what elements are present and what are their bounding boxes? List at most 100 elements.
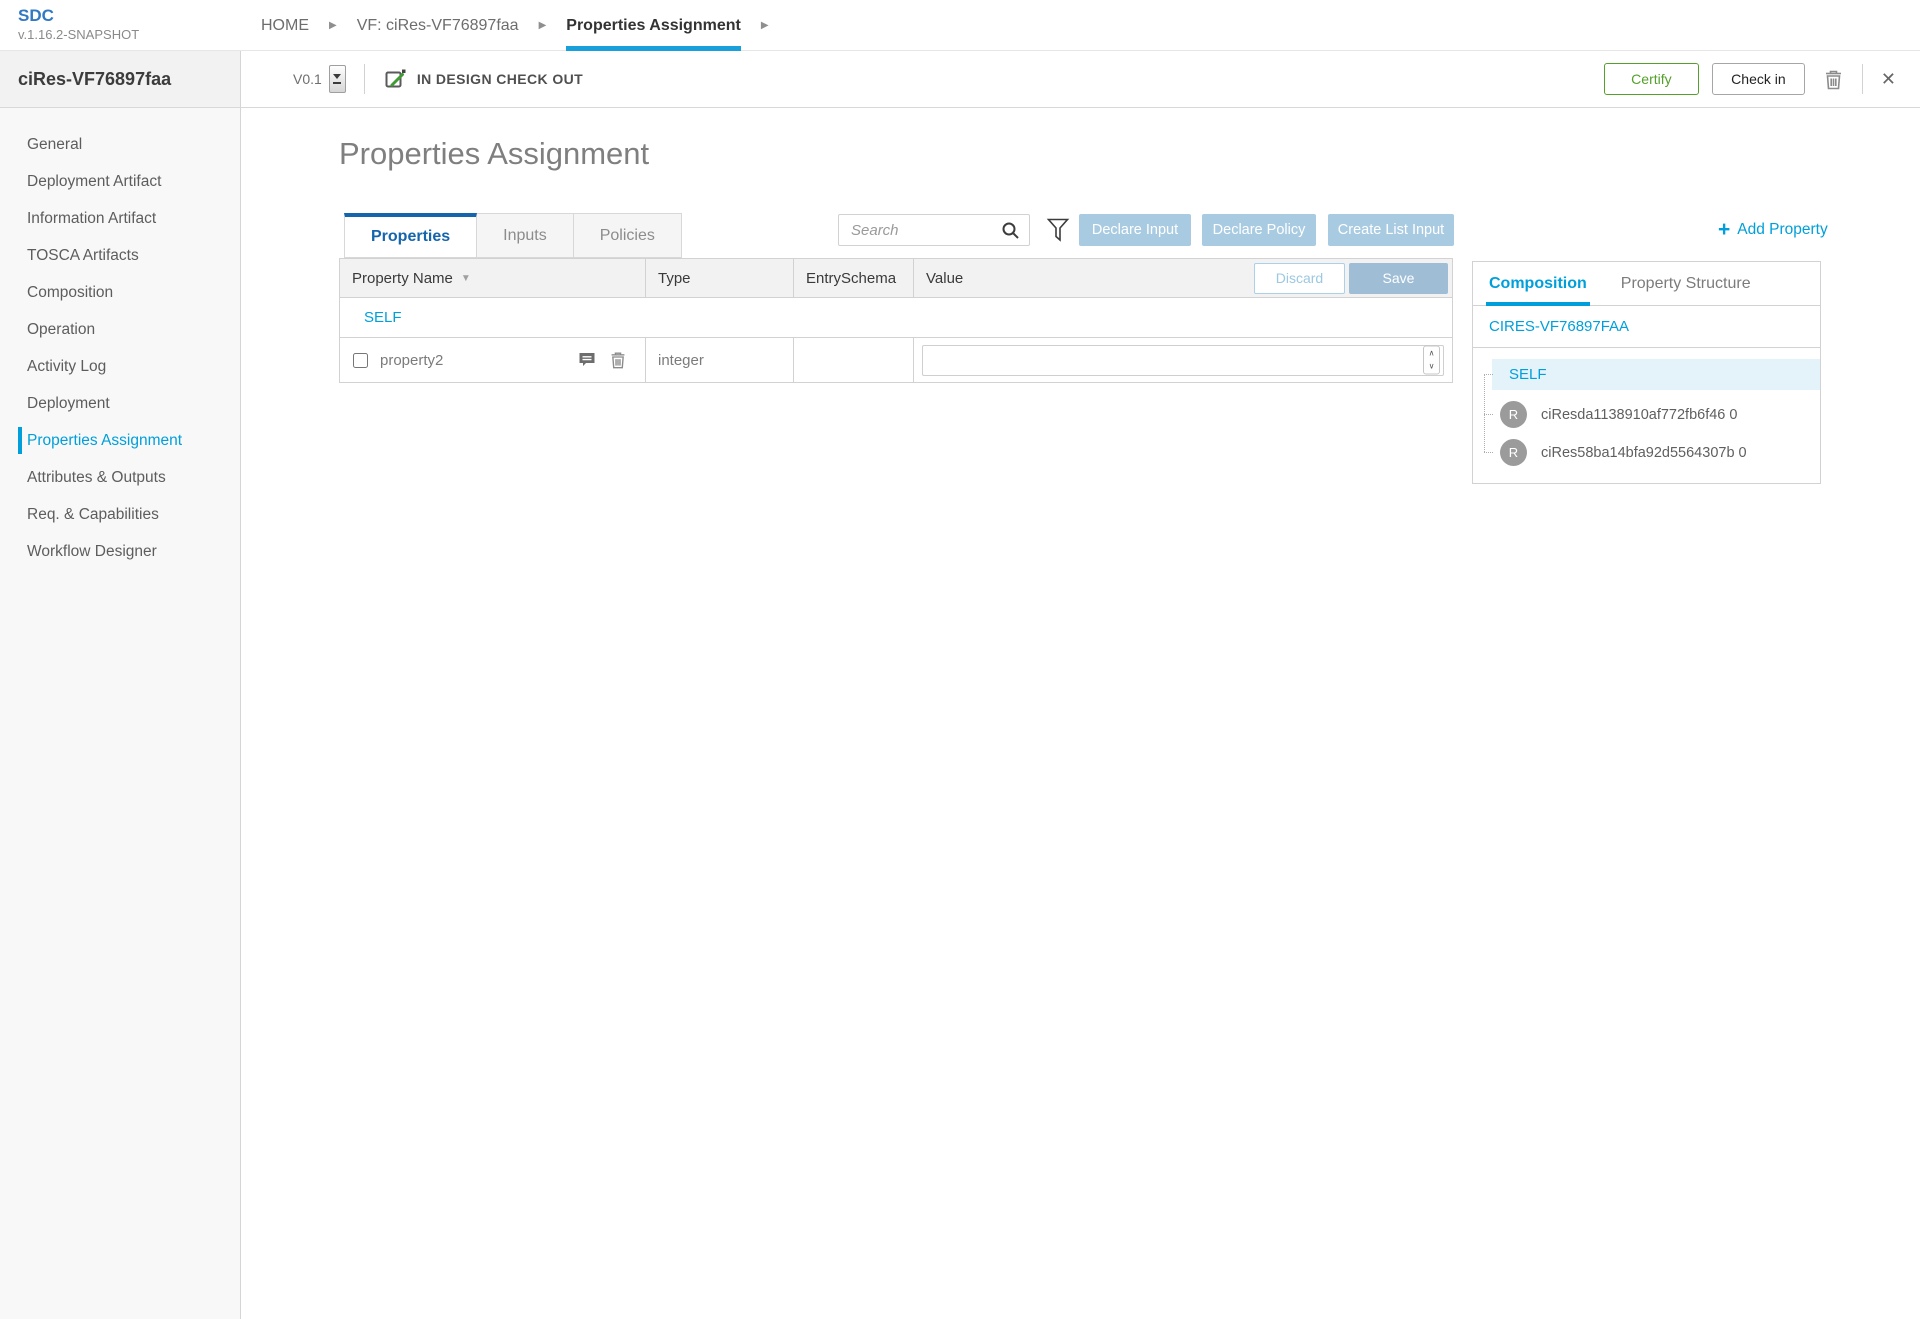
- tree-connector-stub: [1484, 452, 1493, 453]
- tab-property-structure[interactable]: Property Structure: [1621, 262, 1751, 305]
- column-header-property-name: Property Name ▼: [340, 259, 646, 297]
- properties-tabs: Properties Inputs Policies: [344, 213, 682, 258]
- toolbar-divider: [363, 64, 365, 94]
- column-header-type: Type: [646, 259, 794, 297]
- composition-root-link[interactable]: CIRES-VF76897FAA: [1473, 306, 1820, 348]
- breadcrumb-home[interactable]: HOME: [261, 0, 309, 51]
- breadcrumb-arrow-icon: ▶: [538, 20, 547, 31]
- breadcrumb: HOME ▶ VF: ciRes-VF76897faa ▶ Properties…: [261, 0, 789, 51]
- filter-icon: [1046, 217, 1070, 243]
- sidebar-item-attributes-outputs[interactable]: Attributes & Outputs: [0, 459, 240, 496]
- property-type-cell: integer: [646, 338, 794, 382]
- search-input[interactable]: [839, 221, 1001, 239]
- sidebar-item-workflow-designer[interactable]: Workflow Designer: [0, 533, 240, 570]
- stepper-up-icon[interactable]: ∧: [1424, 347, 1439, 361]
- tree-connector-stub: [1484, 414, 1493, 415]
- breadcrumb-arrow-icon: ▶: [329, 20, 337, 31]
- tab-policies[interactable]: Policies: [573, 213, 682, 258]
- stepper-bar-icon: [333, 82, 342, 84]
- breadcrumb-arrow-icon: ▶: [760, 20, 769, 31]
- discard-button[interactable]: Discard: [1254, 262, 1345, 294]
- sidebar-item-composition[interactable]: Composition: [0, 274, 240, 311]
- delete-button[interactable]: [1823, 68, 1844, 91]
- table-row[interactable]: property2 integer ∧ ∨: [339, 338, 1453, 383]
- number-stepper: ∧ ∨: [1423, 345, 1440, 375]
- property-name-cell: property2: [340, 338, 646, 382]
- add-property-button[interactable]: + Add Property: [1718, 219, 1828, 240]
- column-label: EntrySchema: [806, 269, 897, 287]
- save-button[interactable]: Save: [1349, 262, 1448, 294]
- close-icon: ✕: [1880, 69, 1896, 89]
- declare-policy-button[interactable]: Declare Policy: [1202, 214, 1316, 246]
- sidebar-item-general[interactable]: General: [0, 126, 240, 163]
- close-button[interactable]: ✕: [1881, 70, 1896, 88]
- properties-table: Property Name ▼ Type EntrySchema Value D…: [339, 258, 1453, 383]
- app-name: SDC: [18, 6, 54, 25]
- property-entryschema-cell: [794, 338, 914, 382]
- sort-desc-icon[interactable]: ▼: [461, 273, 471, 284]
- sdc-app: SDC v.1.16.2-SNAPSHOT HOME ▶ VF: ciRes-V…: [0, 0, 1920, 1319]
- tree-connector-stub: [1484, 374, 1493, 375]
- tree-connector-line: [1484, 374, 1485, 452]
- tree-item-self[interactable]: SELF: [1492, 359, 1820, 390]
- tree-item-resource-1[interactable]: R ciResda1138910af772fb6f46 0: [1500, 401, 1820, 428]
- toolbar-actions: Certify Check in ✕: [1603, 63, 1896, 95]
- page-title: Properties Assignment: [339, 136, 650, 171]
- version-label: V0.1: [293, 71, 322, 87]
- toolbar-divider: [1861, 64, 1863, 94]
- breadcrumb-properties-assignment[interactable]: Properties Assignment: [566, 0, 741, 51]
- comment-icon[interactable]: [578, 351, 596, 369]
- plus-icon: +: [1718, 218, 1731, 241]
- version-stepper[interactable]: [328, 65, 346, 93]
- property-value-input[interactable]: [922, 344, 1444, 376]
- resource-avatar: R: [1500, 439, 1527, 466]
- search-box: [838, 214, 1030, 246]
- table-group-self: SELF: [339, 298, 1453, 338]
- in-design-icon: [383, 67, 407, 91]
- declare-input-button[interactable]: Declare Input: [1079, 214, 1191, 246]
- sidebar-item-req-capabilities[interactable]: Req. & Capabilities: [0, 496, 240, 533]
- tab-properties[interactable]: Properties: [344, 213, 478, 258]
- composition-tree: SELF R ciResda1138910af772fb6f46 0 R ciR…: [1473, 348, 1820, 466]
- table-header-actions: Discard Save: [1254, 262, 1448, 294]
- stepper-down-icon[interactable]: ∨: [1424, 360, 1439, 374]
- row-actions: [578, 350, 645, 370]
- search-icon[interactable]: [1001, 221, 1020, 240]
- sdc-logo[interactable]: SDC v.1.16.2-SNAPSHOT: [18, 6, 139, 42]
- delete-property-icon[interactable]: [609, 350, 627, 370]
- sidebar-item-properties-assignment[interactable]: Properties Assignment: [0, 422, 240, 459]
- certify-button[interactable]: Certify: [1603, 63, 1699, 95]
- property-checkbox[interactable]: [353, 352, 368, 368]
- filter-button[interactable]: [1046, 217, 1070, 243]
- composition-panel-tabs: Composition Property Structure: [1473, 262, 1820, 306]
- top-header: SDC v.1.16.2-SNAPSHOT HOME ▶ VF: ciRes-V…: [0, 0, 1920, 51]
- entity-title-box: ciRes-VF76897faa: [0, 51, 241, 107]
- column-label: Value: [926, 269, 964, 287]
- resource-avatar: R: [1500, 401, 1527, 428]
- breadcrumb-vf[interactable]: VF: ciRes-VF76897faa: [357, 0, 519, 51]
- left-sidebar: General Deployment Artifact Information …: [0, 108, 241, 1319]
- column-header-entryschema: EntrySchema: [794, 259, 914, 297]
- tree-item-resource-2[interactable]: R ciRes58ba14bfa92d5564307b 0: [1500, 439, 1820, 466]
- sidebar-item-deployment[interactable]: Deployment: [0, 385, 240, 422]
- toolbar-main: V0.1 IN DESIGN CHECK OUT Certify Check i…: [241, 51, 1920, 107]
- table-header-row: Property Name ▼ Type EntrySchema Value D…: [339, 258, 1453, 298]
- property-name: property2: [380, 351, 444, 369]
- create-list-input-button[interactable]: Create List Input: [1328, 214, 1454, 246]
- tab-composition[interactable]: Composition: [1486, 262, 1590, 306]
- sidebar-item-activity-log[interactable]: Activity Log: [0, 348, 240, 385]
- column-label: Type: [658, 269, 691, 287]
- lifecycle-label: IN DESIGN CHECK OUT: [416, 71, 584, 87]
- app-version: v.1.16.2-SNAPSHOT: [18, 27, 140, 42]
- composition-panel: Composition Property Structure CIRES-VF7…: [1472, 261, 1821, 484]
- sidebar-item-deployment-artifact[interactable]: Deployment Artifact: [0, 163, 240, 200]
- entity-name: ciRes-VF76897faa: [18, 68, 172, 89]
- lifecycle-status: IN DESIGN CHECK OUT: [383, 67, 583, 91]
- stepper-down-icon: [333, 74, 342, 79]
- checkin-button[interactable]: Check in: [1711, 63, 1805, 95]
- sidebar-item-tosca-artifacts[interactable]: TOSCA Artifacts: [0, 237, 240, 274]
- sidebar-item-information-artifact[interactable]: Information Artifact: [0, 200, 240, 237]
- sidebar-item-operation[interactable]: Operation: [0, 311, 240, 348]
- tab-inputs[interactable]: Inputs: [477, 213, 574, 258]
- property-value-cell: ∧ ∨: [914, 338, 1452, 382]
